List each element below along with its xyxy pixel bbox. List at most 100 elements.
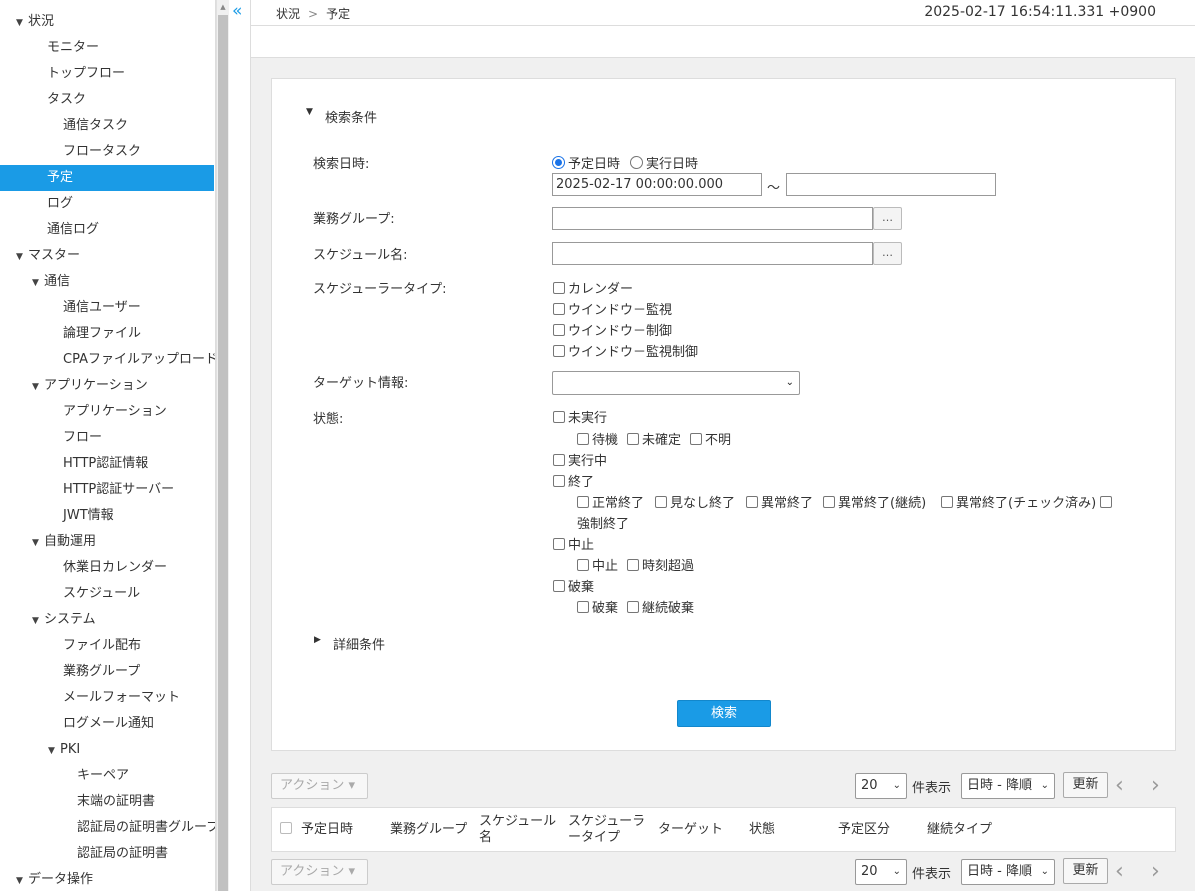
sort-select[interactable]: 日時 - 降順 ⌄ [961,859,1055,885]
expand-triangle-icon[interactable]: ▼ [32,608,44,634]
sidebar-item[interactable]: JWT情報 [0,503,214,529]
sidebar-item[interactable]: キーペア [0,763,214,789]
checkbox-icon[interactable] [553,302,565,315]
checkbox-icon[interactable] [553,453,565,466]
column-header[interactable]: ターゲット [658,822,723,838]
sidebar-item[interactable]: メールフォーマット [0,685,214,711]
expand-triangle-icon[interactable]: ▼ [16,10,28,36]
sidebar-item[interactable]: ログ [0,191,214,217]
checkbox-icon[interactable] [553,323,565,336]
radio-unselected-icon[interactable] [630,156,643,169]
schedule-name-picker-button[interactable]: … [873,242,902,265]
checkbox-abnormal-end-checked[interactable]: 異常終了(チェック済み) [941,492,1115,511]
search-conditions-toggle-icon[interactable]: ▼ [306,107,313,117]
checkbox-calendar[interactable]: カレンダー [553,278,633,297]
column-header[interactable]: スケジュール 名 [479,814,556,846]
column-header[interactable]: 継続タイプ [927,822,992,838]
next-page-icon[interactable]: › [1151,861,1160,883]
sidebar-item[interactable]: 通信ログ [0,217,214,243]
checkbox-icon[interactable] [627,558,639,571]
search-button[interactable]: 検索 [677,700,771,727]
radio-planned-datetime[interactable]: 予定日時 [552,153,620,172]
sidebar-item[interactable]: ファイル配布 [0,633,214,659]
sidebar-item[interactable]: フロータスク [0,139,214,165]
checkbox-undetermined[interactable]: 未確定 [627,429,681,448]
checkbox-waiting[interactable]: 待機 [577,429,618,448]
sidebar-item[interactable]: CPAファイルアップロード [0,347,215,373]
checkbox-time-exceeded[interactable]: 時刻超過 [627,555,694,574]
checkbox-window-control[interactable]: ウインドウ－制御 [553,320,672,339]
sidebar-item[interactable]: HTTP認証情報 [0,451,214,477]
expand-triangle-icon[interactable]: ▼ [32,374,44,400]
checkbox-continue-discard[interactable]: 継続破棄 [627,597,694,616]
sidebar-item[interactable]: HTTP認証サーバー [0,477,214,503]
checkbox-icon[interactable] [553,344,565,357]
refresh-button[interactable]: 更新 [1063,772,1108,798]
sidebar-item[interactable]: タスク [0,87,214,113]
sidebar-item[interactable]: トップフロー [0,61,214,87]
sidebar-group[interactable]: ▼ 自動運用 [0,529,214,555]
business-group-input[interactable] [552,207,873,230]
column-header[interactable]: 予定日時 [301,822,353,838]
expand-triangle-icon[interactable]: ▼ [16,244,28,270]
checkbox-window-monitor[interactable]: ウインドウ－監視 [553,299,672,318]
action-button[interactable]: アクション ▾ [271,859,368,885]
sidebar-group[interactable]: ▼ 状況 [0,9,214,35]
sidebar-item[interactable]: スケジュール [0,581,214,607]
sidebar-item[interactable]: アプリケーション [0,399,214,425]
checkbox-icon[interactable] [553,410,565,423]
sidebar-item[interactable]: フロー [0,425,214,451]
search-conditions-title[interactable]: 検索条件 [325,107,377,126]
scrollbar-thumb[interactable] [218,15,228,891]
sidebar-item[interactable]: ログメール通知 [0,711,214,737]
checkbox-normal-end[interactable]: 正常終了 [577,492,644,511]
sidebar-item[interactable]: 予定 [0,165,214,191]
sidebar-item[interactable]: 認証局の証明書 [0,841,214,867]
checkbox-icon[interactable] [627,432,639,445]
expand-triangle-icon[interactable]: ▼ [32,530,44,556]
column-header[interactable]: 予定区分 [838,822,890,838]
collapse-sidebar-icon[interactable]: « [232,2,242,20]
refresh-button[interactable]: 更新 [1063,858,1108,884]
next-page-icon[interactable]: › [1151,775,1160,797]
detail-conditions-title[interactable]: 詳細条件 [333,634,385,653]
checkbox-icon[interactable] [577,432,589,445]
sidebar-scrollbar[interactable]: ▲ [216,0,229,891]
checkbox-finished[interactable]: 終了 [553,471,594,490]
radio-selected-icon[interactable] [552,156,565,169]
checkbox-unknown[interactable]: 不明 [690,429,731,448]
prev-page-icon[interactable]: ‹ [1115,861,1124,883]
schedule-name-input[interactable] [552,242,873,265]
column-header[interactable]: 状態 [749,822,775,838]
sidebar-item[interactable]: 通信タスク [0,113,214,139]
sidebar-group[interactable]: ▼ アプリケーション [0,373,214,399]
action-button[interactable]: アクション ▾ [271,773,368,799]
checkbox-icon[interactable] [577,495,589,508]
sidebar-group[interactable]: ▼ システム [0,607,214,633]
prev-page-icon[interactable]: ‹ [1115,775,1124,797]
expand-triangle-icon[interactable]: ▼ [16,868,28,891]
column-header[interactable]: 業務グループ [390,822,467,838]
checkbox-stop[interactable]: 中止 [577,555,618,574]
checkbox-icon[interactable] [553,474,565,487]
sidebar-group[interactable]: ▼ 通信 [0,269,214,295]
date-from-input[interactable]: 2025-02-17 00:00:00.000 [552,173,762,196]
sidebar-group[interactable]: ▼ PKI [0,737,214,763]
sidebar-item[interactable]: 認証局の証明書グループ [0,815,215,841]
checkbox-icon[interactable] [655,495,667,508]
checkbox-icon[interactable] [577,558,589,571]
checkbox-abnormal-end-continue[interactable]: 異常終了(継続) [823,492,926,511]
checkbox-icon[interactable] [553,537,565,550]
page-size-select[interactable]: 20 ⌄ [855,773,907,799]
checkbox-icon[interactable] [690,432,702,445]
checkbox-window-monitor-control[interactable]: ウインドウ－監視制御 [553,341,698,360]
sort-select[interactable]: 日時 - 降順 ⌄ [961,773,1055,799]
detail-conditions-toggle-icon[interactable]: ▶ [314,635,321,645]
breadcrumb-item-status[interactable]: 状況 [276,7,300,21]
checkbox-discarded[interactable]: 破棄 [553,576,594,595]
radio-executed-datetime[interactable]: 実行日時 [630,153,698,172]
sidebar-item[interactable]: 業務グループ [0,659,214,685]
checkbox-icon[interactable] [553,281,565,294]
sidebar-item[interactable]: 末端の証明書 [0,789,214,815]
page-size-select[interactable]: 20 ⌄ [855,859,907,885]
